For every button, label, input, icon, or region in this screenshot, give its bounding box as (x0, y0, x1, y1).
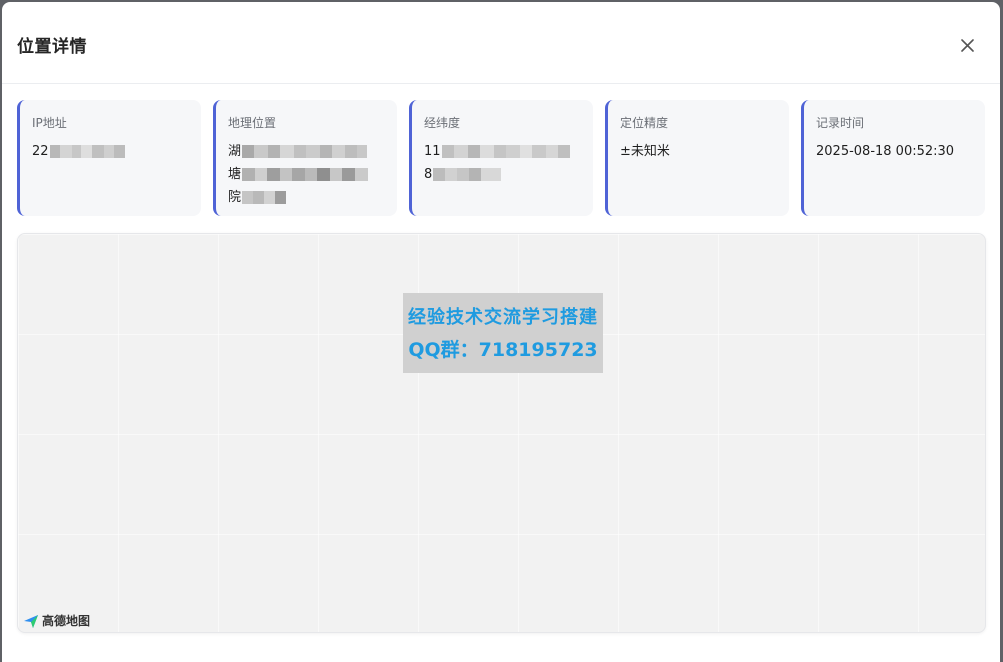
record-time-value: 2025-08-18 00:52:30 (816, 144, 955, 159)
card-value: 11 8 (424, 140, 581, 186)
latitude-text: 8 (424, 167, 433, 182)
card-value: 湖 塘 院 (228, 140, 385, 209)
map-provider-logo[interactable]: 高德地图 (23, 612, 90, 629)
geo-line-3: 院 (228, 190, 242, 205)
card-label: 经纬度 (424, 116, 461, 130)
card-geo-location: 地理位置 湖 塘 院 (213, 100, 397, 216)
close-button[interactable] (956, 34, 978, 56)
card-value: ±未知米 (620, 140, 777, 163)
card-record-time: 记录时间 2025-08-18 00:52:30 (801, 100, 985, 216)
geo-line-2: 塘 (228, 167, 242, 182)
watermark-text-line2: QQ群：718195723 (408, 339, 598, 361)
map-view[interactable]: 经验技术交流学习搭建 QQ群：718195723 高德地图 (17, 233, 986, 633)
card-coordinates: 经纬度 11 8 (409, 100, 593, 216)
geo-line-1: 湖 (228, 144, 242, 159)
dialog-header: 位置详情 (2, 2, 1000, 84)
map-logo-text: 高德地图 (42, 614, 91, 628)
redacted-mosaic (242, 191, 287, 204)
close-icon (960, 38, 974, 52)
longitude-text: 11 (424, 144, 441, 159)
location-detail-dialog: 位置详情 IP地址 22 地理位置 湖 塘 院 经纬度 11 8 定位精度 ±未… (2, 2, 1000, 662)
accuracy-value: ±未知米 (620, 144, 670, 159)
redacted-mosaic (242, 145, 368, 158)
redacted-mosaic (433, 168, 502, 181)
card-label: IP地址 (32, 116, 67, 130)
watermark-text-line1: 经验技术交流学习搭建 (408, 307, 598, 328)
card-value: 2025-08-18 00:52:30 (816, 140, 973, 163)
ip-value-text: 22 (32, 144, 49, 159)
card-ip-address: IP地址 22 (17, 100, 201, 216)
card-label: 定位精度 (620, 116, 669, 130)
card-label: 地理位置 (228, 116, 277, 130)
amap-logo-icon (24, 614, 38, 628)
redacted-mosaic (242, 168, 369, 181)
watermark-overlay: 经验技术交流学习搭建 QQ群：718195723 (403, 293, 603, 373)
redacted-mosaic (49, 145, 125, 158)
card-value: 22 (32, 140, 189, 163)
redacted-mosaic (441, 145, 570, 158)
card-label: 记录时间 (816, 116, 865, 130)
dialog-title: 位置详情 (17, 37, 87, 57)
card-accuracy: 定位精度 ±未知米 (605, 100, 789, 216)
